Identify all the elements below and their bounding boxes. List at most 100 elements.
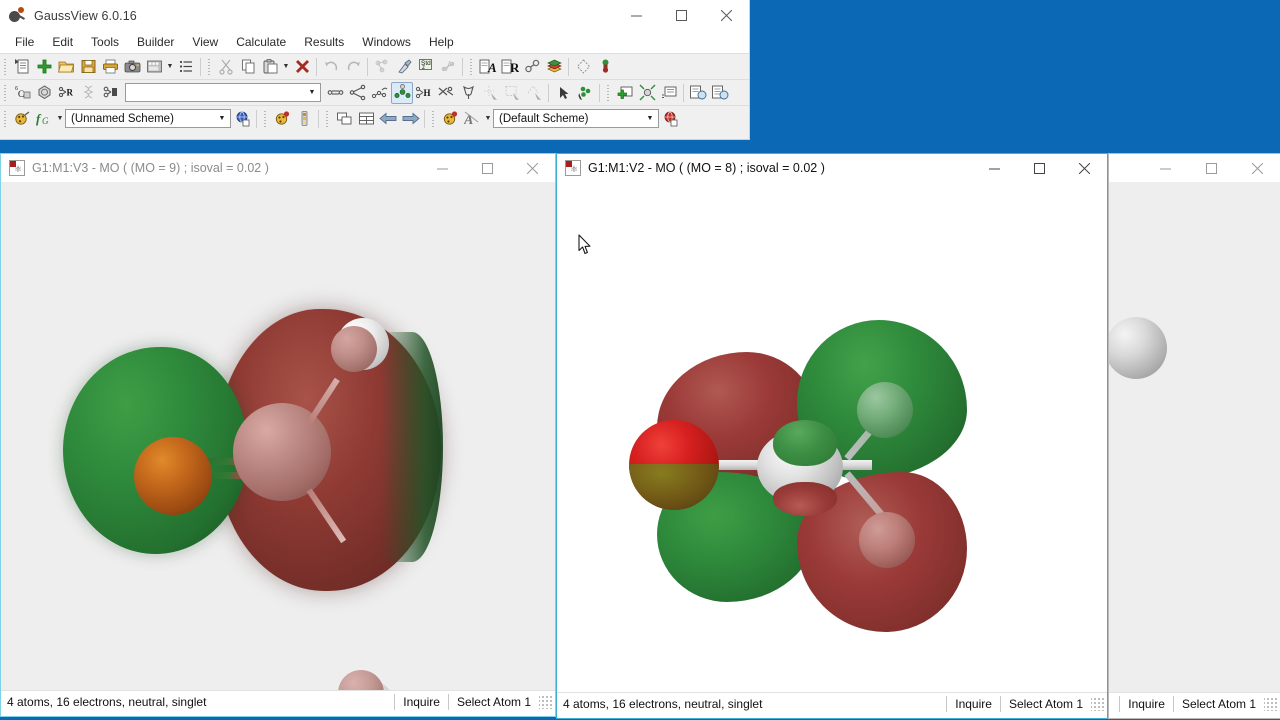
residue-labels-icon[interactable]: R — [499, 56, 521, 78]
chevron-down-icon[interactable]: ▼ — [483, 108, 493, 130]
toolbar-grip[interactable] — [206, 57, 213, 76]
bond-distance-icon[interactable] — [325, 82, 347, 104]
symmetrize-icon[interactable] — [437, 56, 459, 78]
maximize-icon[interactable] — [659, 0, 704, 31]
color-palette-icon[interactable] — [271, 108, 293, 130]
minimize-icon[interactable] — [972, 154, 1017, 182]
mo-window-1[interactable]: ⚛ G1:M1:V3 - MO ( (MO = 9) ; isoval = 0.… — [0, 153, 556, 717]
delete-icon[interactable] — [291, 56, 313, 78]
modify-bond-icon[interactable] — [391, 81, 413, 104]
view-list-icon[interactable] — [658, 82, 680, 104]
select-all-icon[interactable] — [523, 82, 545, 104]
menu-item-calculate[interactable]: Calculate — [227, 33, 295, 52]
global-default-scheme-icon[interactable] — [659, 108, 681, 130]
chevron-down-icon[interactable]: ▼ — [214, 110, 230, 127]
menu-item-windows[interactable]: Windows — [353, 33, 420, 52]
tile-windows-icon[interactable] — [355, 108, 377, 130]
chevron-down-icon[interactable]: ▼ — [642, 110, 658, 127]
inquire-button[interactable]: Inquire — [395, 695, 448, 709]
resize-grip[interactable] — [1091, 696, 1105, 711]
minimize-icon[interactable] — [1142, 154, 1188, 182]
unnamed-scheme-combo[interactable]: (Unnamed Scheme) ▼ — [65, 109, 231, 128]
menu-item-builder[interactable]: Builder — [128, 33, 183, 52]
mo-window-2[interactable]: ⚛ G1:M1:V2 - MO ( (MO = 8) ; isoval = 0.… — [556, 153, 1108, 719]
toolbar-grip[interactable] — [605, 83, 612, 102]
print-icon[interactable] — [99, 56, 121, 78]
standard-orientation-icon[interactable]: Std z — [415, 56, 437, 78]
default-scheme-combo[interactable]: (Default Scheme) ▼ — [493, 109, 659, 128]
atom-labels-icon[interactable]: A — [477, 56, 499, 78]
select-group-icon[interactable] — [574, 82, 596, 104]
r-group-fragment-icon[interactable]: R — [55, 82, 77, 104]
pointer-icon[interactable] — [552, 82, 574, 104]
maximize-icon[interactable] — [465, 154, 510, 182]
menu-item-edit[interactable]: Edit — [43, 33, 82, 52]
minimize-icon[interactable] — [614, 0, 659, 31]
mo-window-3[interactable]: Inquire Select Atom 1 — [1108, 153, 1280, 719]
toolbar-grip[interactable] — [468, 57, 475, 76]
redo-icon[interactable] — [342, 56, 364, 78]
toolbar-grip[interactable] — [2, 57, 9, 76]
resize-grip[interactable] — [539, 694, 553, 709]
transparency-icon[interactable] — [572, 56, 594, 78]
mo-window-2-canvas[interactable] — [557, 182, 1107, 692]
menu-item-file[interactable]: File — [6, 33, 43, 52]
fragment-combo[interactable]: ▼ — [125, 83, 321, 102]
maximize-icon[interactable] — [1188, 154, 1234, 182]
capture-image-icon[interactable] — [121, 56, 143, 78]
display-scheme-icon[interactable] — [11, 108, 33, 130]
toolbar-grip[interactable] — [2, 109, 9, 128]
close-icon[interactable] — [1234, 154, 1280, 182]
delete-atom-icon[interactable] — [435, 82, 457, 104]
new-molecule-group-icon[interactable] — [11, 56, 33, 78]
movie-dropdown-arrow[interactable]: ▼ — [165, 56, 175, 78]
toolbar-grip[interactable] — [262, 109, 269, 128]
zoom-to-fit-icon[interactable] — [636, 82, 658, 104]
close-icon[interactable] — [1062, 154, 1107, 182]
open-summary-icon[interactable] — [709, 82, 731, 104]
element-fragment-icon[interactable]: 6 C — [11, 82, 33, 104]
toolbar-grip[interactable] — [324, 109, 331, 128]
copy-icon[interactable] — [237, 56, 259, 78]
next-view-icon[interactable] — [399, 108, 421, 130]
previous-view-icon[interactable] — [377, 108, 399, 130]
maximize-icon[interactable] — [1017, 154, 1062, 182]
open-file-icon[interactable] — [55, 56, 77, 78]
menu-item-help[interactable]: Help — [420, 33, 463, 52]
mo-window-1-canvas[interactable] — [1, 182, 555, 690]
invert-selection-icon[interactable] — [457, 82, 479, 104]
rebond-icon[interactable] — [371, 56, 393, 78]
close-icon[interactable] — [510, 154, 555, 182]
cascade-windows-icon[interactable] — [333, 108, 355, 130]
inquire-button[interactable]: Inquire — [947, 697, 1000, 711]
list-view-icon[interactable] — [175, 56, 197, 78]
add-to-molecule-group-icon[interactable] — [33, 56, 55, 78]
ring-fragment-icon[interactable] — [33, 82, 55, 104]
bond-display-icon[interactable] — [521, 56, 543, 78]
add-hydrogen-icon[interactable]: H — [413, 82, 435, 104]
menu-item-results[interactable]: Results — [295, 33, 353, 52]
highlight-icon[interactable] — [594, 56, 616, 78]
chevron-down-icon[interactable]: ▼ — [55, 108, 65, 130]
default-font-icon[interactable]: A — [461, 108, 483, 130]
open-results-icon[interactable] — [687, 82, 709, 104]
status-indicator-icon[interactable] — [293, 108, 315, 130]
paste-icon[interactable] — [259, 56, 281, 78]
save-file-icon[interactable] — [77, 56, 99, 78]
select-atom-icon[interactable] — [479, 82, 501, 104]
default-scheme-icon[interactable] — [439, 108, 461, 130]
paste-dropdown-arrow[interactable]: ▼ — [281, 56, 291, 78]
chevron-down-icon[interactable]: ▼ — [304, 84, 320, 101]
undo-icon[interactable] — [320, 56, 342, 78]
clean-structure-icon[interactable] — [393, 56, 415, 78]
movie-icon[interactable] — [143, 56, 165, 78]
surface-layers-icon[interactable] — [543, 56, 565, 78]
dihedral-angle-icon[interactable] — [369, 82, 391, 104]
inquire-button[interactable]: Inquire — [1120, 697, 1173, 711]
toolbar-grip[interactable] — [2, 83, 9, 102]
global-scheme-icon[interactable] — [231, 108, 253, 130]
toolbar-grip[interactable] — [430, 109, 437, 128]
bond-angle-icon[interactable] — [347, 82, 369, 104]
add-view-icon[interactable] — [614, 82, 636, 104]
mo-window-3-canvas[interactable] — [1109, 182, 1280, 692]
